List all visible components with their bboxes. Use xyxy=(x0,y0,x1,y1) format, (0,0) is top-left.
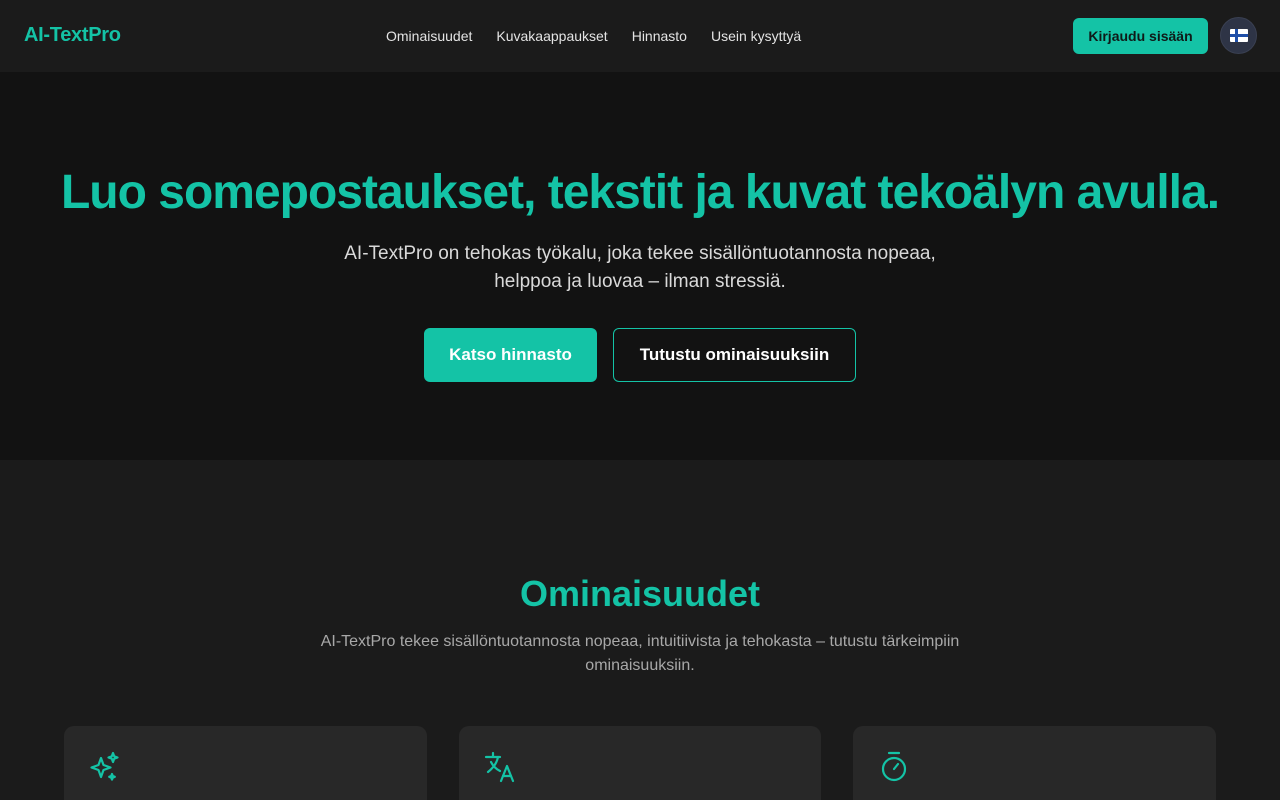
nav-link-faq[interactable]: Usein kysyttyä xyxy=(711,27,801,45)
features-title: Ominaisuudet xyxy=(519,573,761,614)
feature-card-ai xyxy=(64,726,427,800)
hero-subtitle-line-1: AI-TextPro on tehokas työkalu, joka teke… xyxy=(344,243,936,264)
top-navbar: AI-TextPro Ominaisuudet Kuvakaappaukset … xyxy=(0,0,1280,72)
sparkles-icon xyxy=(90,751,119,781)
view-pricing-button[interactable]: Katso hinnasto xyxy=(424,328,597,382)
feature-card-speed xyxy=(853,726,1216,800)
translate-icon xyxy=(484,751,515,783)
timer-icon xyxy=(881,751,907,782)
hero-subtitle: AI-TextPro on tehokas työkalu, joka teke… xyxy=(290,240,990,296)
hero-subtitle-line-2: helppoa ja luovaa – ilman stressiä. xyxy=(494,271,786,292)
main-nav: Ominaisuudet Kuvakaappaukset Hinnasto Us… xyxy=(386,27,801,45)
nav-link-features[interactable]: Ominaisuudet xyxy=(386,27,472,45)
feature-card-translate xyxy=(459,726,821,800)
login-button[interactable]: Kirjaudu sisään xyxy=(1073,18,1208,54)
features-subtitle-line-1: AI-TextPro tekee sisällöntuotannosta nop… xyxy=(320,633,960,650)
features-subtitle-line-2: ominaisuuksiin. xyxy=(585,657,695,674)
nav-link-pricing[interactable]: Hinnasto xyxy=(632,27,687,45)
nav-link-screenshots[interactable]: Kuvakaappaukset xyxy=(496,27,607,45)
hero-title: Luo somepostaukset, tekstit ja kuvat tek… xyxy=(60,166,1220,219)
features-subtitle: AI-TextPro tekee sisällöntuotannosta nop… xyxy=(300,630,980,678)
finland-flag-icon xyxy=(1229,29,1248,42)
explore-features-button[interactable]: Tutustu ominaisuuksiin xyxy=(613,328,856,382)
language-switcher[interactable] xyxy=(1220,17,1257,54)
brand-logo[interactable]: AI-TextPro xyxy=(24,24,121,47)
